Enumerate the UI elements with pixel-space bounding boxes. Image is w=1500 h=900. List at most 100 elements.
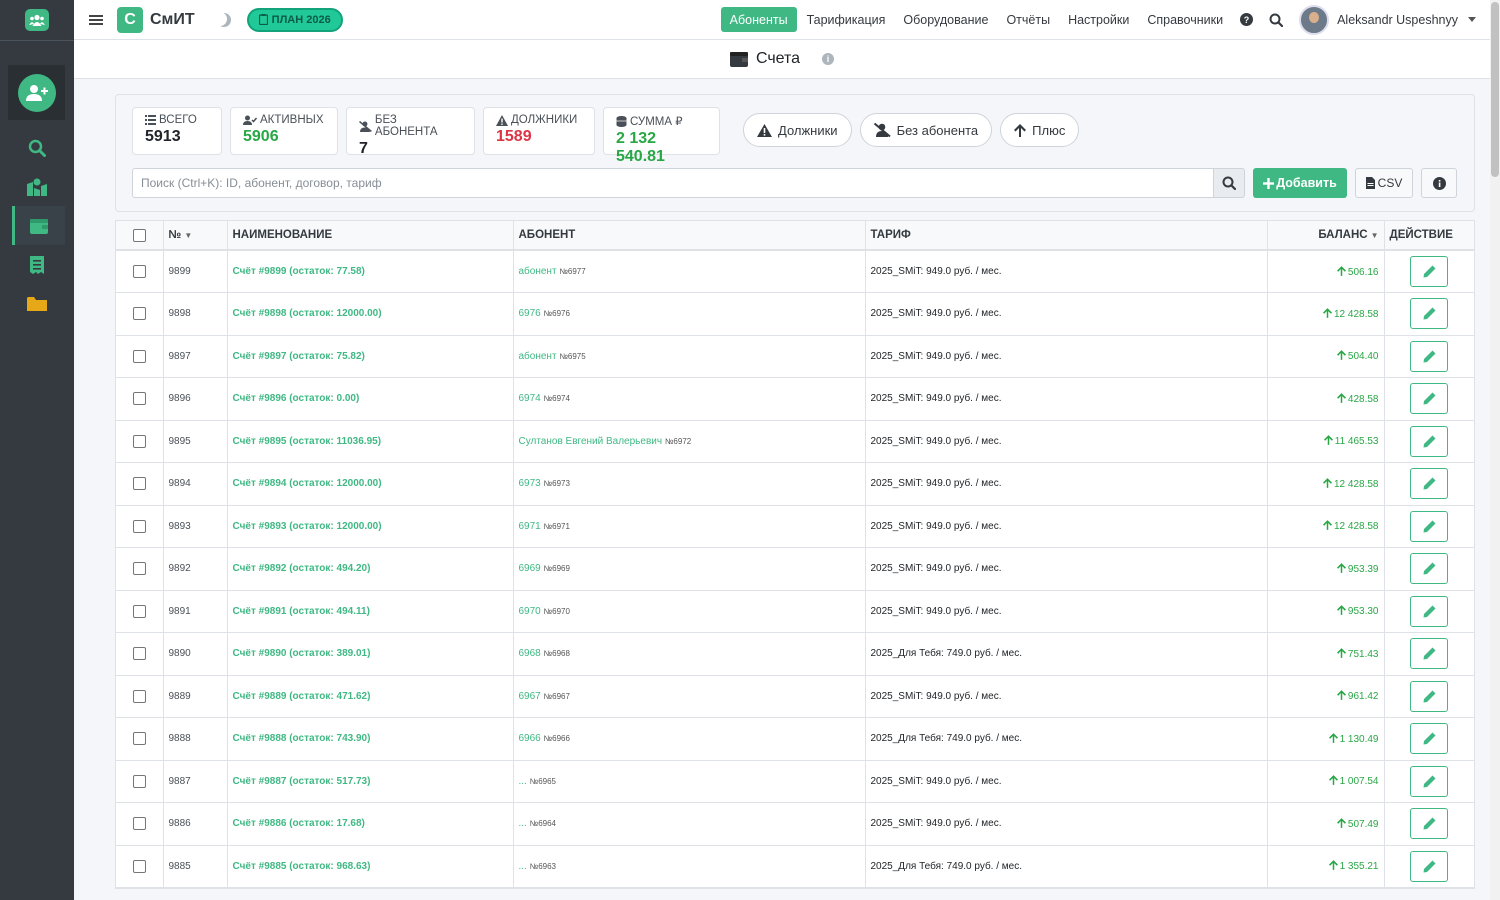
nav-reports[interactable]: Отчёты bbox=[997, 7, 1059, 32]
row-checkbox[interactable] bbox=[132, 349, 146, 363]
filter-debtors-button[interactable]: Должники bbox=[743, 113, 852, 147]
nav-abonents[interactable]: Абоненты bbox=[720, 7, 797, 32]
stat-no-abonent[interactable]: БЕЗ АБОНЕНТА 7 bbox=[346, 107, 475, 157]
edit-button[interactable] bbox=[1410, 468, 1449, 500]
account-link[interactable]: Счёт #9887 (остаток: 517.73) bbox=[227, 760, 514, 803]
abonent-link[interactable]: 6971 bbox=[519, 521, 541, 532]
abonent-link[interactable]: 6969 bbox=[519, 563, 541, 574]
col-header-balance[interactable]: БАЛАНС ▼ bbox=[1267, 221, 1385, 251]
col-header-num[interactable]: № ▼ bbox=[163, 221, 228, 251]
help-icon[interactable]: ? bbox=[1240, 13, 1254, 26]
account-link[interactable]: Счёт #9890 (остаток: 389.01) bbox=[227, 632, 514, 676]
account-link[interactable]: Счёт #9899 (остаток: 77.58) bbox=[227, 250, 514, 293]
row-checkbox[interactable] bbox=[132, 392, 146, 406]
filter-plus-button[interactable]: Плюс bbox=[1000, 113, 1080, 147]
abonent-link[interactable]: ... bbox=[519, 776, 527, 787]
row-checkbox[interactable] bbox=[132, 732, 146, 746]
search-icon[interactable] bbox=[1269, 13, 1284, 27]
app-name[interactable]: СмИТ bbox=[150, 11, 195, 29]
account-link[interactable]: Счёт #9895 (остаток: 11036.95) bbox=[227, 420, 514, 463]
edit-button[interactable] bbox=[1410, 680, 1449, 712]
col-header-name[interactable]: НАИМЕНОВАНИЕ bbox=[227, 221, 514, 251]
sidebar-item-search[interactable] bbox=[0, 128, 74, 167]
row-checkbox[interactable] bbox=[132, 774, 146, 788]
table-row[interactable]: 9890 Счёт #9890 (остаток: 389.01) 6968 №69… bbox=[116, 632, 1474, 676]
account-link[interactable]: Счёт #9889 (остаток: 471.62) bbox=[227, 675, 514, 718]
account-link[interactable]: Счёт #9894 (остаток: 12000.00) bbox=[227, 462, 514, 506]
select-all-checkbox[interactable] bbox=[132, 228, 146, 242]
moon-icon[interactable] bbox=[217, 13, 231, 27]
row-checkbox[interactable] bbox=[132, 519, 146, 533]
table-row[interactable]: 9895 Счёт #9895 (остаток: 11036.95) Султан… bbox=[116, 420, 1474, 463]
abonent-link[interactable]: 6974 bbox=[519, 393, 541, 404]
table-row[interactable]: 9886 Счёт #9886 (остаток: 17.68)... №6964… bbox=[116, 802, 1474, 846]
table-row[interactable]: 9885 Счёт #9885 (остаток: 968.63)... №696… bbox=[116, 845, 1474, 888]
abonent-link[interactable]: Султанов Евгений Валерьевич bbox=[519, 436, 663, 447]
edit-button[interactable] bbox=[1410, 723, 1449, 755]
table-row[interactable]: 9898 Счёт #9898 (остаток: 12000.00) 6976 №… bbox=[116, 292, 1474, 336]
account-link[interactable]: Счёт #9898 (остаток: 12000.00) bbox=[227, 292, 514, 336]
menu-toggle-icon[interactable] bbox=[89, 13, 103, 27]
row-checkbox[interactable] bbox=[132, 647, 146, 661]
add-user-button[interactable] bbox=[17, 73, 56, 112]
row-checkbox[interactable] bbox=[132, 817, 146, 831]
nav-equipment[interactable]: Оборудование bbox=[894, 7, 997, 32]
edit-button[interactable] bbox=[1410, 850, 1449, 882]
account-link[interactable]: Счёт #9892 (остаток: 494.20) bbox=[227, 547, 514, 591]
edit-button[interactable] bbox=[1410, 510, 1449, 542]
table-row[interactable]: 9892 Счёт #9892 (остаток: 494.20) 6969 №69… bbox=[116, 547, 1474, 591]
row-checkbox[interactable] bbox=[132, 265, 146, 278]
search-input[interactable] bbox=[132, 168, 1214, 198]
plan-badge[interactable]: ПЛАН 2026 bbox=[246, 7, 343, 32]
edit-button[interactable] bbox=[1410, 765, 1449, 797]
row-checkbox[interactable] bbox=[132, 689, 146, 703]
table-row[interactable]: 9889 Счёт #9889 (остаток: 471.62) 6967 №69… bbox=[116, 675, 1474, 718]
search-button[interactable] bbox=[1214, 168, 1245, 198]
stat-debtors[interactable]: ДОЛЖНИКИ 1589 bbox=[483, 107, 595, 155]
nav-settings[interactable]: Настройки bbox=[1059, 7, 1138, 32]
stat-active[interactable]: АКТИВНЫХ 5906 bbox=[230, 107, 338, 155]
row-checkbox[interactable] bbox=[132, 562, 146, 576]
nav-tariffs[interactable]: Тарификация bbox=[798, 7, 895, 32]
edit-button[interactable] bbox=[1410, 340, 1449, 372]
table-row[interactable]: 9897 Счёт #9897 (остаток: 75.82) абонент №… bbox=[116, 335, 1474, 378]
abonent-link[interactable]: 6973 bbox=[519, 478, 541, 489]
sidebar-item-map[interactable] bbox=[0, 167, 74, 206]
table-row[interactable]: 9888 Счёт #9888 (остаток: 743.90) 6966 №69… bbox=[116, 717, 1474, 761]
abonent-link[interactable]: 6976 bbox=[519, 308, 541, 319]
account-link[interactable]: Счёт #9886 (остаток: 17.68) bbox=[227, 802, 514, 846]
account-link[interactable]: Счёт #9891 (остаток: 494.11) bbox=[227, 590, 514, 633]
abonent-link[interactable]: абонент bbox=[519, 351, 557, 362]
abonent-link[interactable]: абонент bbox=[519, 266, 557, 277]
edit-button[interactable] bbox=[1410, 595, 1449, 627]
nav-references[interactable]: Справочники bbox=[1138, 7, 1232, 32]
user-menu[interactable]: Aleksandr Uspeshnyy bbox=[1299, 4, 1476, 35]
row-checkbox[interactable] bbox=[132, 604, 146, 618]
stat-sum[interactable]: СУММА ₽ 2 132 540.81 bbox=[603, 107, 720, 165]
page-scrollbar[interactable] bbox=[1490, 0, 1500, 900]
table-row[interactable]: 9896 Счёт #9896 (остаток: 0.00) 6974 №6974… bbox=[116, 377, 1474, 421]
table-row[interactable]: 9894 Счёт #9894 (остаток: 12000.00) 6973 №… bbox=[116, 462, 1474, 506]
edit-button[interactable] bbox=[1410, 383, 1449, 415]
col-header-tariff[interactable]: ТАРИФ bbox=[865, 221, 1268, 251]
abonent-link[interactable]: 6966 bbox=[519, 733, 541, 744]
row-checkbox[interactable] bbox=[132, 477, 146, 491]
account-link[interactable]: Счёт #9893 (остаток: 12000.00) bbox=[227, 505, 514, 548]
abonent-link[interactable]: ... bbox=[519, 861, 527, 872]
scrollbar-thumb[interactable] bbox=[1491, 2, 1499, 177]
account-link[interactable]: Счёт #9885 (остаток: 968.63) bbox=[227, 845, 514, 888]
row-checkbox[interactable] bbox=[132, 307, 146, 321]
abonent-link[interactable]: 6968 bbox=[519, 648, 541, 659]
table-row[interactable]: 9891 Счёт #9891 (остаток: 494.11) 6970 №69… bbox=[116, 590, 1474, 633]
edit-button[interactable] bbox=[1410, 553, 1449, 585]
edit-button[interactable] bbox=[1410, 256, 1449, 287]
edit-button[interactable] bbox=[1410, 638, 1449, 670]
account-link[interactable]: Счёт #9896 (остаток: 0.00) bbox=[227, 377, 514, 421]
sidebar-item-folders[interactable] bbox=[0, 284, 74, 323]
row-checkbox[interactable] bbox=[132, 434, 146, 448]
info-icon[interactable]: i bbox=[822, 53, 835, 65]
stat-total[interactable]: ВСЕГО 5913 bbox=[132, 107, 222, 155]
table-row[interactable]: 9899 Счёт #9899 (остаток: 77.58) абонент №… bbox=[116, 250, 1474, 293]
abonent-link[interactable]: 6967 bbox=[519, 691, 541, 702]
sidebar-brand[interactable] bbox=[0, 0, 74, 41]
